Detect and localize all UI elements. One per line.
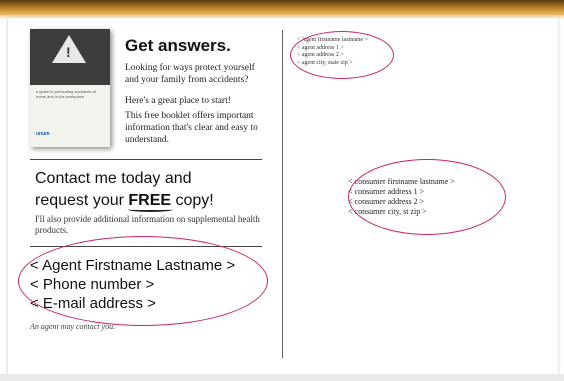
cta-line-1: Contact me today and [35, 170, 192, 187]
free-underline-swoosh [128, 207, 174, 212]
promo-paragraph-1: Looking for ways protect yourself and yo… [125, 63, 255, 85]
booklet-cover-image: a guide to preventing accidents at home … [30, 29, 110, 147]
booklet-caption: a guide to preventing accidents at home … [36, 89, 96, 99]
section-divider-1 [30, 159, 262, 160]
booklet-logo: unum [36, 131, 50, 137]
promo-paragraph-3: This free booklet offers important infor… [125, 111, 258, 145]
return-address-highlight-ellipse [290, 31, 394, 79]
bottom-border [0, 374, 564, 381]
booklet-cover-header [30, 29, 110, 85]
supplemental-info: I'll also provide additional information… [35, 214, 260, 235]
cta-line-2: request your FREE copy! [35, 190, 275, 212]
promo-paragraph-2: Here's a great place to start! [125, 96, 231, 106]
cta-line-2-post: copy! [171, 192, 214, 209]
agent-info-highlight-ellipse [18, 236, 268, 326]
consumer-address-highlight-ellipse [348, 159, 506, 235]
top-frame-border [0, 0, 564, 20]
promo-heading: Get answers. [125, 36, 231, 55]
free-word: FREE [128, 192, 174, 212]
call-to-action: Contact me today and request your FREE c… [35, 168, 275, 212]
warning-triangle-icon [52, 35, 86, 63]
cta-line-2-pre: request your [35, 192, 129, 209]
fold-divider [282, 30, 283, 358]
